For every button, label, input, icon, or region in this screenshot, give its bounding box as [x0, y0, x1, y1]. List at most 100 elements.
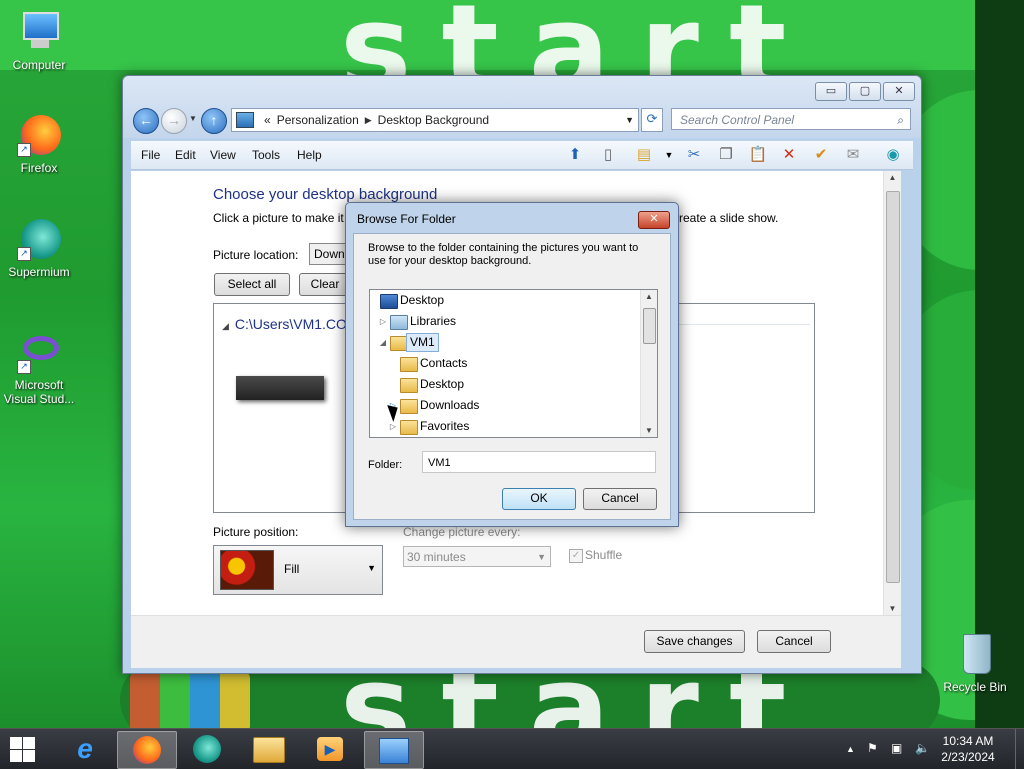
taskbar-clock[interactable]: 10:34 AM 2/23/2024: [936, 733, 1000, 765]
search-input[interactable]: Search Control Panel ⌕: [671, 108, 911, 130]
clear-all-button[interactable]: Clear: [299, 273, 351, 296]
cut-icon[interactable]: ✂: [684, 145, 704, 165]
desktop-icon-visual-studio[interactable]: ↗ Microsoft Visual Stud...: [0, 330, 78, 406]
tree-item-downloads[interactable]: ▷ Downloads: [370, 395, 640, 416]
menu-file[interactable]: File: [141, 141, 160, 169]
paste-icon[interactable]: 📋: [748, 145, 768, 165]
views-dropdown-icon[interactable]: ▼: [659, 145, 679, 165]
desktop-icon-recycle-bin[interactable]: Recycle Bin: [936, 632, 1014, 694]
select-all-button[interactable]: Select all: [214, 273, 290, 296]
scroll-down-icon[interactable]: ▼: [641, 426, 657, 435]
shuffle-checkbox[interactable]: ✓: [569, 549, 583, 563]
taskbar-control-panel[interactable]: [364, 731, 424, 769]
minimize-button[interactable]: ▭: [815, 82, 847, 101]
change-picture-label: Change picture every:: [403, 525, 521, 539]
folder-label: Folder:: [368, 459, 403, 471]
cancel-button[interactable]: Cancel: [757, 630, 831, 653]
address-dropdown-icon[interactable]: ▼: [625, 109, 634, 131]
tree-scrollbar[interactable]: ▲ ▼: [640, 290, 657, 437]
folder-tree[interactable]: Desktop ▷ Libraries ◢ VM1 Contacts Deskt…: [369, 289, 658, 438]
taskbar-internet-explorer[interactable]: e: [56, 731, 114, 767]
address-bar[interactable]: « Personalization ▶ Desktop Background ▼: [231, 108, 639, 132]
dropdown-arrow-icon: ▼: [537, 552, 546, 562]
collapse-arrow-icon[interactable]: ◢: [222, 321, 229, 331]
control-panel-icon: [236, 112, 254, 128]
desktop-icon-label: Recycle Bin: [943, 680, 1007, 694]
taskbar-media-player[interactable]: ▶: [301, 731, 359, 767]
supermium-icon: ↗: [17, 217, 61, 261]
properties-icon[interactable]: ✔: [811, 145, 831, 165]
scrollbar-thumb[interactable]: [643, 308, 656, 344]
undo-icon[interactable]: ✉: [843, 145, 863, 165]
expand-arrow-icon[interactable]: ▷: [378, 311, 388, 332]
tree-item-desktop[interactable]: Desktop: [370, 290, 640, 311]
change-picture-interval-select[interactable]: 30 minutes ▼: [403, 546, 551, 567]
shuffle-label: Shuffle: [585, 548, 623, 562]
scroll-up-icon[interactable]: ▲: [641, 292, 657, 301]
internet-explorer-icon: e: [77, 733, 93, 764]
desktop-icon-computer[interactable]: Computer: [0, 10, 78, 72]
views-icon[interactable]: ▤: [634, 145, 654, 165]
volume-muted-icon[interactable]: 🔈: [915, 741, 930, 755]
favorites-folder-icon: [400, 420, 418, 435]
breadcrumb-personalization[interactable]: Personalization: [277, 113, 359, 127]
navigation-bar: ← → ▼ ↑ « Personalization ▶ Desktop Back…: [131, 106, 913, 134]
forward-button[interactable]: →: [161, 108, 187, 134]
menu-tools[interactable]: Tools: [252, 141, 280, 169]
desktop-icon-supermium[interactable]: ↗ Supermium: [0, 217, 78, 279]
dialog-cancel-button[interactable]: Cancel: [583, 488, 657, 510]
scrollbar-thumb[interactable]: [886, 191, 900, 583]
control-panel-icon: [379, 738, 409, 764]
folder-field[interactable]: VM1: [422, 451, 656, 473]
taskbar-file-explorer[interactable]: [240, 731, 298, 767]
show-desktop-button[interactable]: [1015, 729, 1024, 769]
menu-edit[interactable]: Edit: [175, 141, 196, 169]
tree-item-favorites[interactable]: ▷ Favorites: [370, 416, 640, 437]
firefox-icon: ↗: [17, 113, 61, 157]
picture-position-select[interactable]: Fill ▼: [213, 545, 383, 595]
menu-bar: File Edit View Tools Help ⬆ ▯ ▤ ▼ ✂ ❐ 📋 …: [131, 141, 913, 170]
up-folder-icon[interactable]: ⬆: [565, 145, 585, 165]
recent-pages-dropdown-icon[interactable]: ▼: [189, 114, 197, 123]
save-changes-button[interactable]: Save changes: [644, 630, 745, 653]
action-center-flag-icon[interactable]: ⚑: [867, 741, 878, 755]
scroll-down-icon[interactable]: ▼: [884, 604, 901, 613]
close-button[interactable]: ✕: [883, 82, 915, 101]
wallpaper-thumbnail[interactable]: [236, 376, 324, 400]
internet-icon[interactable]: ◉: [883, 145, 903, 165]
menu-view[interactable]: View: [210, 141, 236, 169]
search-placeholder: Search Control Panel: [680, 113, 795, 127]
copy-icon[interactable]: ❐: [716, 145, 736, 165]
shortcut-arrow-icon: ↗: [17, 360, 31, 374]
browse-for-folder-dialog: Browse For Folder ✕ Browse to the folder…: [345, 202, 679, 527]
up-button[interactable]: ↑: [201, 108, 227, 134]
dialog-close-button[interactable]: ✕: [638, 211, 670, 229]
menu-help[interactable]: Help: [297, 141, 322, 169]
content-scrollbar[interactable]: ▲ ▼: [883, 171, 901, 615]
computer-icon: [17, 10, 61, 54]
tree-item-label: Contacts: [420, 356, 468, 370]
maximize-button[interactable]: ▢: [849, 82, 881, 101]
scroll-up-icon[interactable]: ▲: [884, 173, 901, 182]
breadcrumb-separator-icon[interactable]: ▶: [365, 115, 372, 126]
folders-pane-icon[interactable]: ▯: [598, 145, 618, 165]
tree-item-desktop-folder[interactable]: Desktop: [370, 374, 640, 395]
tree-item-contacts[interactable]: Contacts: [370, 353, 640, 374]
collapse-arrow-icon[interactable]: ◢: [378, 332, 388, 353]
folder-group-header[interactable]: ◢ C:\Users\VM1.CO: [222, 316, 347, 332]
taskbar-supermium[interactable]: [178, 731, 236, 767]
tree-item-vm1[interactable]: ◢ VM1: [370, 332, 640, 353]
search-icon[interactable]: ⌕: [897, 109, 904, 131]
taskbar-firefox[interactable]: [117, 731, 177, 769]
start-button[interactable]: [8, 735, 38, 763]
refresh-button[interactable]: ⟳: [641, 108, 663, 132]
address-overflow-chevron[interactable]: «: [264, 113, 271, 127]
ok-button[interactable]: OK: [502, 488, 576, 510]
delete-icon[interactable]: ✕: [779, 145, 799, 165]
tree-item-libraries[interactable]: ▷ Libraries: [370, 311, 640, 332]
desktop-icon-firefox[interactable]: ↗ Firefox: [0, 113, 78, 175]
back-button[interactable]: ←: [133, 108, 159, 134]
breadcrumb-desktop-background[interactable]: Desktop Background: [378, 113, 489, 127]
show-hidden-icons-icon[interactable]: ▲: [846, 744, 855, 754]
network-icon[interactable]: ▣: [891, 741, 902, 755]
